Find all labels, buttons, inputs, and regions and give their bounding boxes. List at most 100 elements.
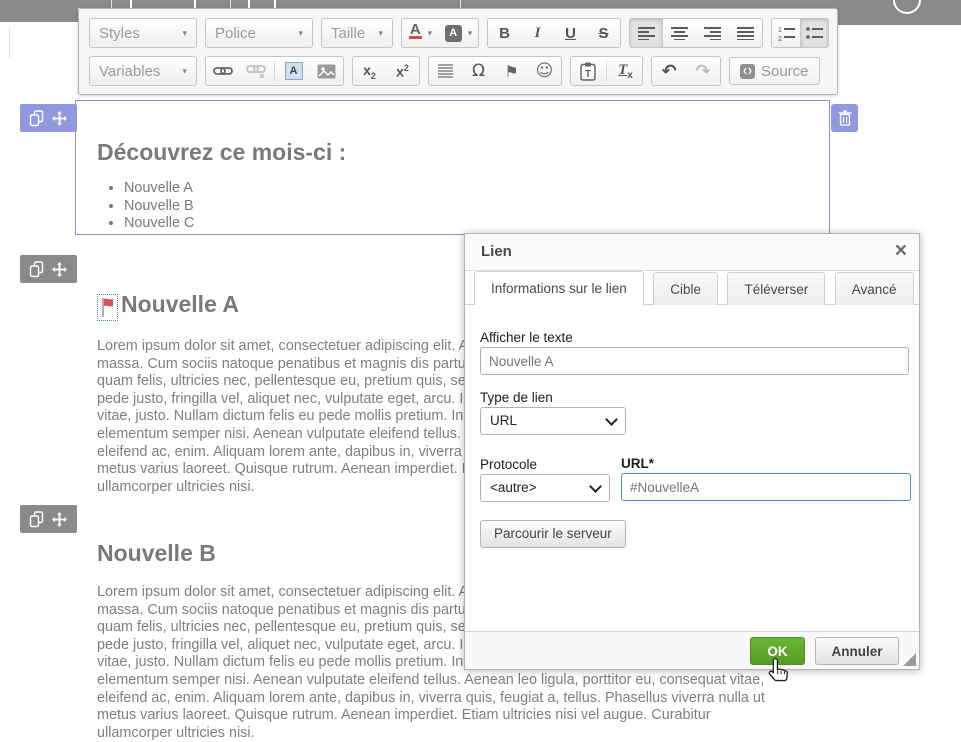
smiley-button[interactable]: ☺: [528, 57, 561, 85]
source-icon: [740, 64, 755, 79]
redo-icon: ↷: [695, 61, 710, 82]
align-center-icon: [671, 26, 688, 40]
dialog-titlebar[interactable]: Lien ×: [465, 234, 919, 271]
align-right-button[interactable]: [696, 19, 729, 47]
background-color-icon: A: [445, 25, 462, 42]
close-icon[interactable]: ×: [895, 239, 907, 263]
insert-anchor-flag-button[interactable]: ⚑: [495, 57, 528, 85]
justify-icon: [737, 26, 754, 40]
image-icon: [317, 64, 336, 79]
font-dropdown[interactable]: Police ▾: [205, 18, 313, 48]
text-color-button[interactable]: A ▾: [402, 19, 439, 47]
underline-button[interactable]: U: [554, 19, 587, 47]
svg-text:1: 1: [778, 27, 782, 34]
variables-dropdown[interactable]: Variables ▾: [89, 56, 197, 86]
trash-icon: [838, 110, 852, 126]
top-bar-separator: [460, 0, 461, 8]
editor-toolbar: Styles ▾ Police ▾ Taille ▾ A ▾ A ▾ B I: [78, 8, 838, 95]
dialog-resize-handle[interactable]: [903, 653, 916, 666]
content-heading-discover: Découvrez ce mois-ci :: [97, 139, 346, 166]
background-color-button[interactable]: A ▾: [439, 19, 478, 47]
list-item: Nouvelle B: [124, 198, 194, 216]
url-input[interactable]: #NouvelleA: [621, 473, 911, 501]
display-text-input[interactable]: Nouvelle A: [480, 347, 909, 375]
paste-text-button[interactable]: T: [571, 57, 604, 85]
top-bar: [0, 0, 961, 8]
dialog-footer: OK Annuler: [465, 631, 919, 669]
list-item: Nouvelle C: [124, 215, 194, 233]
cancel-button[interactable]: Annuler: [815, 637, 899, 665]
styles-dropdown[interactable]: Styles ▾: [89, 18, 197, 48]
chevron-down-icon: ▾: [378, 28, 383, 39]
superscript-button[interactable]: x2: [386, 57, 419, 85]
block-drag-handle[interactable]: [20, 104, 77, 132]
top-bar-right: [831, 0, 961, 25]
chevron-down-icon: ▾: [182, 28, 187, 39]
link-type-select[interactable]: URL: [480, 407, 626, 435]
protocol-select[interactable]: <autre>: [480, 474, 610, 502]
tab-link-info[interactable]: Informations sur le lien: [474, 271, 644, 305]
italic-button[interactable]: I: [521, 19, 554, 47]
remove-format-button[interactable]: Tx: [609, 57, 642, 85]
svg-text:2: 2: [778, 36, 782, 41]
source-button[interactable]: Source: [729, 57, 820, 85]
svg-text:T: T: [585, 69, 591, 80]
dialog-tabs: Informations sur le lien Cible Téléverse…: [465, 271, 919, 305]
image-button[interactable]: [310, 57, 343, 85]
toolbar-separator: [606, 61, 607, 81]
dialog-body: Afficher le texte Nouvelle A Type de lie…: [465, 305, 919, 631]
unlink-button[interactable]: [239, 57, 272, 85]
dialog-title: Lien: [481, 243, 512, 260]
copy-icon: [29, 511, 44, 528]
size-dropdown[interactable]: Taille ▾: [321, 18, 393, 48]
special-char-button[interactable]: Ω: [462, 57, 495, 85]
link-type-label: Type de lien: [480, 390, 553, 405]
anchor-button[interactable]: A: [277, 57, 310, 85]
delete-block-button[interactable]: [831, 104, 858, 132]
tab-avance[interactable]: Avancé: [835, 272, 914, 305]
justify-button[interactable]: [729, 19, 762, 47]
tab-cible[interactable]: Cible: [653, 272, 718, 305]
move-icon: [51, 110, 68, 127]
url-label: URL*: [621, 456, 654, 471]
cutoff-toolbar-icon: [248, 0, 276, 8]
browse-server-button[interactable]: Parcourir le serveur: [480, 520, 626, 548]
anchor-icon: A: [285, 62, 303, 80]
blockquote-button[interactable]: [429, 57, 462, 85]
block-drag-handle[interactable]: [20, 255, 77, 283]
block-drag-handle[interactable]: [20, 505, 77, 533]
chevron-down-icon: ▾: [468, 28, 473, 39]
remove-format-icon: Tx: [618, 61, 633, 81]
link-button[interactable]: [206, 57, 239, 85]
subscript-button[interactable]: x2: [353, 57, 386, 85]
bold-button[interactable]: B: [488, 19, 521, 47]
avatar-icon[interactable]: [893, 0, 921, 14]
move-icon: [51, 261, 68, 278]
align-left-button[interactable]: [630, 19, 663, 47]
align-left-icon: [638, 26, 655, 40]
anchor-flag-icon: [100, 297, 115, 318]
chevron-down-icon: [589, 480, 602, 493]
unlink-icon: [246, 64, 266, 78]
numbered-list-icon: 12: [778, 26, 795, 41]
redo-button[interactable]: ↷: [686, 57, 720, 85]
omega-icon: Ω: [472, 61, 485, 81]
link-dialog: Lien × Informations sur le lien Cible Té…: [464, 233, 920, 670]
bullet-list-button[interactable]: [800, 19, 828, 47]
undo-button[interactable]: ↶: [652, 57, 686, 85]
tab-televerser[interactable]: Téléverser: [727, 272, 825, 305]
smiley-icon: ☺: [536, 61, 554, 81]
strikethrough-button[interactable]: S: [587, 19, 620, 47]
align-center-button[interactable]: [663, 19, 696, 47]
anchor-marker[interactable]: [97, 294, 118, 321]
blockquote-icon: [438, 64, 453, 78]
copy-icon: [29, 110, 44, 127]
text-color-icon: A: [409, 24, 422, 43]
bullet-list-icon: [806, 26, 823, 41]
mouse-cursor-hand: [766, 656, 793, 692]
numbered-list-button[interactable]: 12: [772, 19, 800, 47]
content-heading-nouvelle-a: Nouvelle A: [121, 291, 239, 318]
top-bar-separator: [111, 0, 112, 8]
chevron-down-icon: ▾: [182, 66, 187, 77]
copy-icon: [29, 261, 44, 278]
